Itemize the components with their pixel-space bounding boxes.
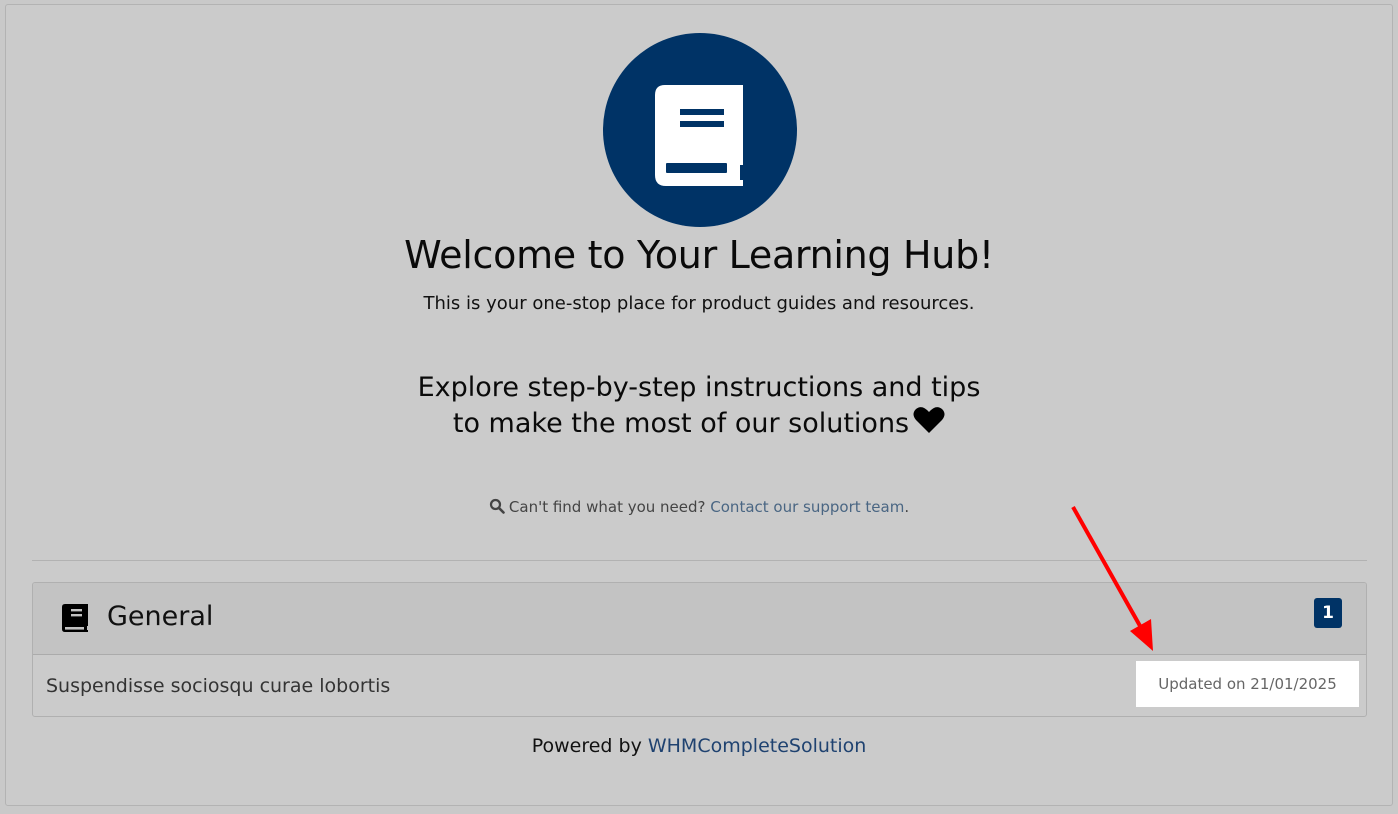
- footer-prefix: Powered by: [531, 735, 642, 757]
- footer-link[interactable]: WHMCompleteSolution: [648, 735, 866, 757]
- contact-support-link[interactable]: Contact our support team: [710, 498, 904, 516]
- page-title: Welcome to Your Learning Hub!: [404, 233, 994, 277]
- help-line: Can't find what you need? Contact our su…: [6, 498, 1392, 518]
- search-icon: [489, 498, 505, 518]
- heart-icon: [913, 406, 945, 444]
- book-icon: [61, 603, 89, 637]
- footer: Powered by WHMCompleteSolution: [6, 735, 1392, 757]
- help-suffix: .: [904, 498, 910, 516]
- book-icon: [603, 33, 797, 227]
- tagline: Explore step-by-step instructions and ti…: [6, 370, 1392, 444]
- article-title[interactable]: Suspendisse sociosqu curae lobortis: [46, 675, 390, 697]
- article-updated-date: Updated on 21/01/2025: [1136, 661, 1359, 707]
- page-subtitle: This is your one-stop place for product …: [423, 293, 975, 314]
- category-panel: General 1 Suspendisse sociosqu curae lob…: [32, 582, 1367, 717]
- tagline-line-2: to make the most of our solutions: [6, 406, 1392, 444]
- category-header[interactable]: General 1: [33, 583, 1366, 655]
- tagline-line-1: Explore step-by-step instructions and ti…: [417, 372, 981, 403]
- help-text: Can't find what you need?: [508, 498, 706, 516]
- divider: [32, 560, 1367, 561]
- tagline-line-2-text: to make the most of our solutions: [452, 408, 910, 439]
- article-count-badge: 1: [1314, 598, 1342, 628]
- knowledgebase-page: Welcome to Your Learning Hub! This is yo…: [5, 4, 1393, 806]
- article-row[interactable]: Suspendisse sociosqu curae lobortis Upda…: [33, 656, 1366, 716]
- category-title[interactable]: General: [107, 601, 213, 632]
- annotation-arrow-icon: [1071, 506, 1153, 651]
